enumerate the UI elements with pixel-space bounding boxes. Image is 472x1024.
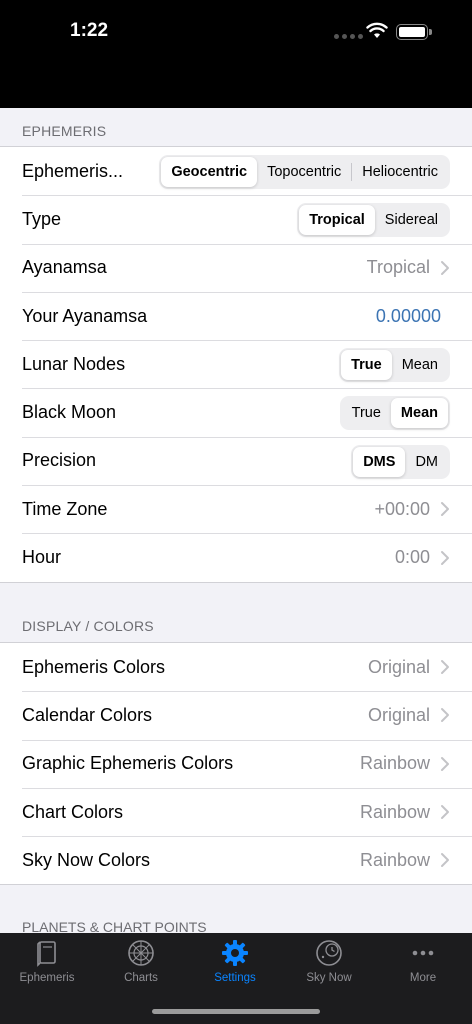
row-black-moon: Black Moon True Mean	[0, 388, 472, 436]
segment-topocentric[interactable]: Topocentric	[257, 157, 351, 187]
segment-dms[interactable]: DMS	[353, 446, 406, 477]
tab-label: Settings	[214, 972, 256, 984]
gear-icon	[222, 940, 248, 966]
status-bar: 1:22	[0, 0, 472, 108]
segment-tropical[interactable]: Tropical	[299, 205, 375, 236]
more-dots-icon	[412, 950, 434, 956]
chevron-right-icon	[441, 853, 449, 868]
tab-label: Charts	[124, 972, 158, 984]
row-label: Calendar Colors	[22, 704, 153, 725]
row-label: Type	[22, 208, 62, 229]
row-label: Precision	[22, 450, 97, 471]
row-label: Ephemeris...	[22, 160, 124, 181]
row-label: Graphic Ephemeris Colors	[22, 753, 234, 774]
tab-charts[interactable]: Charts	[94, 933, 188, 993]
row-ayanamsa[interactable]: Ayanamsa Tropical	[0, 243, 472, 292]
status-time: 1:22	[70, 20, 109, 41]
row-label: Black Moon	[22, 402, 117, 423]
tab-sky-now[interactable]: Sky Now	[282, 933, 376, 993]
segmented-control-precision: DMS DM	[351, 444, 450, 479]
segment-geocentric[interactable]: Geocentric	[161, 157, 258, 187]
row-label: Ayanamsa	[22, 257, 107, 278]
row-time-zone[interactable]: Time Zone +00:00	[0, 485, 472, 533]
segmented-control-black-moon: True Mean	[339, 396, 450, 431]
chevron-right-icon	[441, 805, 449, 820]
cellular-signal-icon	[334, 34, 363, 39]
tab-more[interactable]: More	[376, 933, 470, 993]
row-label: Sky Now Colors	[22, 849, 151, 870]
row-value: Original	[367, 656, 430, 677]
row-label: Ephemeris Colors	[22, 656, 166, 677]
tab-label: Sky Now	[306, 972, 352, 984]
sky-clock-icon	[316, 940, 342, 966]
chart-wheel-icon	[128, 940, 154, 966]
chevron-right-icon	[441, 708, 449, 723]
row-value: Rainbow	[359, 801, 430, 822]
row-value: 0:00	[394, 547, 430, 568]
segment-heliocentric[interactable]: Heliocentric	[352, 157, 448, 187]
chevron-right-icon	[441, 260, 449, 275]
tab-label: More	[409, 972, 437, 984]
row-precision: Precision DMS DM	[0, 436, 472, 485]
row-lunar-nodes: Lunar Nodes True Mean	[0, 340, 472, 388]
row-ephemeris-center: Ephemeris... Geocentric Topocentric Heli…	[0, 147, 472, 195]
book-icon	[37, 941, 56, 967]
row-sky-now-colors[interactable]: Sky Now Colors Rainbow	[0, 836, 472, 884]
segment-mean[interactable]: Mean	[392, 350, 448, 380]
section-header-display-colors: DISPLAY / COLORS	[22, 618, 154, 634]
row-hour[interactable]: Hour 0:00	[0, 533, 472, 581]
row-ephemeris-colors[interactable]: Ephemeris Colors Original	[0, 643, 472, 691]
tab-settings[interactable]: Settings	[188, 933, 282, 993]
segment-true[interactable]: True	[342, 398, 391, 428]
segmented-control-lunar-nodes: True Mean	[339, 348, 450, 383]
segment-dm[interactable]: DM	[405, 447, 448, 477]
row-your-ayanamsa: Your Ayanamsa 0.00000	[0, 291, 472, 340]
row-chart-colors[interactable]: Chart Colors Rainbow	[0, 787, 472, 836]
row-value: +00:00	[374, 498, 430, 519]
ephemeris-settings-group: Ephemeris... Geocentric Topocentric Heli…	[0, 146, 472, 583]
chevron-right-icon	[441, 756, 449, 771]
row-label: Lunar Nodes	[22, 353, 126, 374]
tab-label: Ephemeris	[19, 972, 75, 984]
segment-true[interactable]: True	[341, 350, 392, 381]
battery-icon	[396, 24, 432, 40]
display-colors-group: Ephemeris Colors Original Calendar Color…	[0, 642, 472, 886]
wifi-icon	[366, 22, 388, 38]
row-label: Your Ayanamsa	[22, 305, 148, 326]
row-value: Rainbow	[359, 849, 430, 870]
row-value: Rainbow	[359, 753, 430, 774]
row-label: Hour	[22, 547, 62, 568]
section-header-ephemeris: EPHEMERIS	[22, 123, 107, 139]
segment-mean[interactable]: Mean	[390, 398, 448, 429]
row-value: Tropical	[366, 257, 430, 278]
row-type: Type Tropical Sidereal	[0, 195, 472, 243]
home-indicator	[152, 1009, 320, 1014]
segmented-control-center: Geocentric Topocentric Heliocentric	[159, 155, 450, 189]
segment-sidereal[interactable]: Sidereal	[375, 205, 448, 235]
row-label: Chart Colors	[22, 801, 124, 822]
chevron-right-icon	[441, 660, 449, 675]
chevron-right-icon	[441, 502, 449, 517]
tab-ephemeris[interactable]: Ephemeris	[0, 933, 94, 993]
row-label: Time Zone	[22, 498, 108, 519]
row-graphic-ephemeris-colors[interactable]: Graphic Ephemeris Colors Rainbow	[0, 739, 472, 788]
chevron-right-icon	[441, 550, 449, 565]
segmented-control-type: Tropical Sidereal	[297, 203, 450, 238]
row-calendar-colors[interactable]: Calendar Colors Original	[0, 691, 472, 739]
row-value: Original	[367, 704, 430, 725]
ayanamsa-value-field[interactable]: 0.00000	[376, 306, 441, 327]
